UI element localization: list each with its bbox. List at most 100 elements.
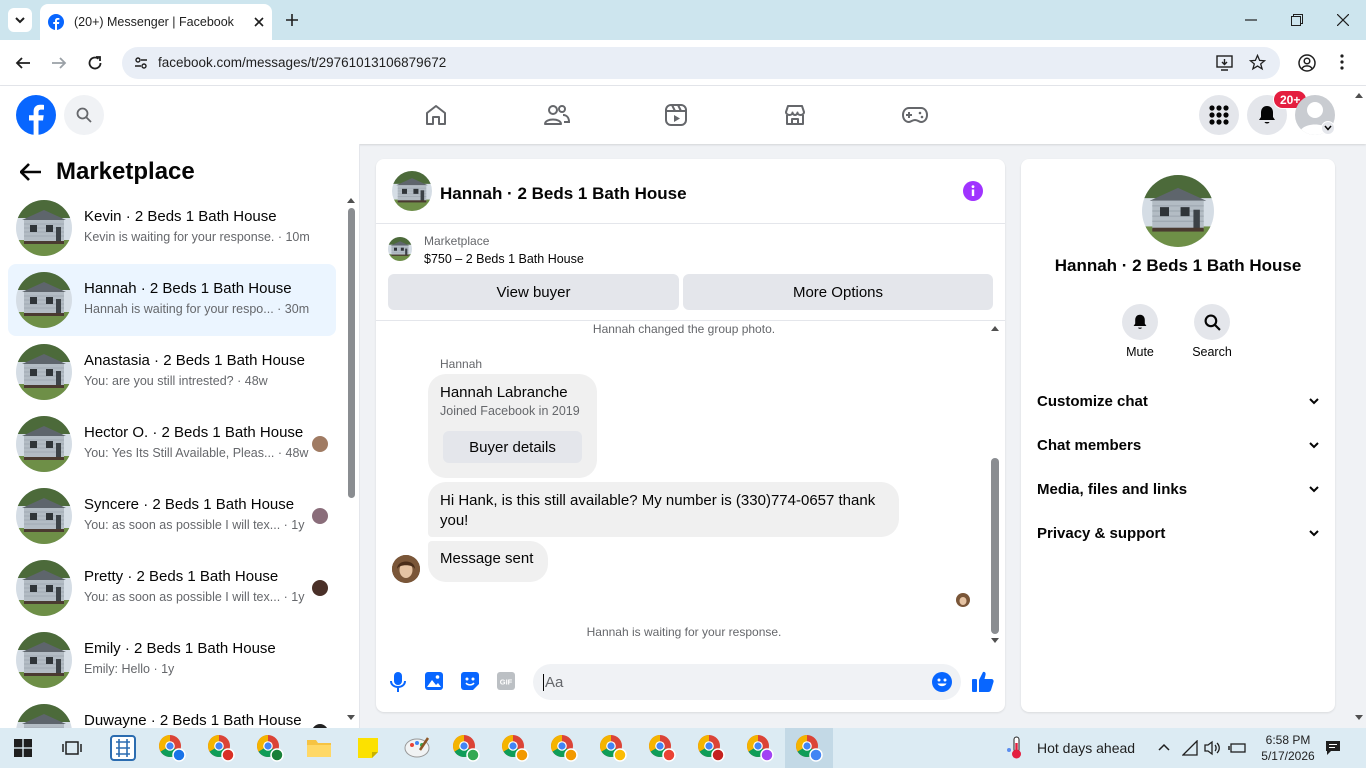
info-section-toggle[interactable]: Customize chat xyxy=(1037,379,1319,423)
windows-start-icon[interactable] xyxy=(14,739,32,757)
conversation-preview: Kevin is waiting for your response. · 10… xyxy=(84,230,310,244)
facebook-logo-icon[interactable] xyxy=(16,95,56,135)
buyer-details-button[interactable]: Buyer details xyxy=(443,431,582,463)
new-tab-icon[interactable] xyxy=(285,13,299,27)
battery-icon[interactable] xyxy=(1228,740,1246,756)
bookmark-star-icon[interactable] xyxy=(1249,54,1266,71)
search-conversation-button[interactable] xyxy=(1194,304,1230,340)
chrome-profile-icon[interactable] xyxy=(795,734,823,762)
site-info-icon[interactable] xyxy=(134,56,148,70)
gif-icon[interactable]: GIF xyxy=(497,672,515,690)
menu-button[interactable] xyxy=(1199,95,1239,135)
image-icon[interactable] xyxy=(425,672,443,690)
microphone-icon[interactable] xyxy=(390,672,406,692)
gaming-icon[interactable] xyxy=(902,104,928,126)
browser-tab[interactable]: (20+) Messenger | Facebook xyxy=(40,4,272,40)
conversation-item[interactable]: Duwayne · 2 Beds 1 Bath House xyxy=(8,696,336,728)
marketplace-icon[interactable] xyxy=(783,103,807,127)
scroll-up-icon[interactable] xyxy=(989,324,1001,332)
reload-icon[interactable] xyxy=(87,55,103,71)
install-app-icon[interactable] xyxy=(1216,55,1233,71)
scroll-down-icon[interactable] xyxy=(989,637,1001,645)
message-bubble[interactable]: Hi Hank, is this still available? My num… xyxy=(428,482,899,537)
file-explorer-icon[interactable] xyxy=(305,734,333,762)
chat-scroll-thumb[interactable] xyxy=(991,458,999,634)
wifi-icon[interactable] xyxy=(1182,740,1198,756)
chat-scrollbar[interactable] xyxy=(989,324,1001,649)
chrome-profile-icon[interactable] xyxy=(501,734,529,762)
chat-avatar[interactable] xyxy=(392,171,432,211)
chrome-profile-icon[interactable] xyxy=(599,734,627,762)
back-icon[interactable] xyxy=(15,55,31,71)
close-window-icon[interactable] xyxy=(1337,14,1349,26)
conversation-item[interactable]: Emily · 2 Beds 1 Bath House Emily: Hello … xyxy=(8,624,336,696)
message-bubble[interactable]: Message sent xyxy=(428,541,548,582)
search-label: Search xyxy=(1192,345,1232,359)
page-scroll-down-icon[interactable] xyxy=(1354,714,1364,722)
conversation-item[interactable]: Anastasia · 2 Beds 1 Bath House You: are … xyxy=(8,336,336,408)
scroll-up-icon[interactable] xyxy=(346,196,356,204)
conversation-item[interactable]: Kevin · 2 Beds 1 Bath House Kevin is wait… xyxy=(8,192,336,264)
account-menu-toggle[interactable] xyxy=(1321,121,1335,135)
chrome-profile-icon[interactable] xyxy=(158,734,186,762)
listing-detail[interactable]: $750 – 2 Beds 1 Bath House xyxy=(424,252,584,266)
sticker-icon[interactable] xyxy=(461,672,479,690)
chrome-profile-icon[interactable] xyxy=(256,734,284,762)
emoji-icon[interactable] xyxy=(932,672,952,692)
notification-center-icon[interactable] xyxy=(1325,740,1341,756)
sidebar-scrollbar[interactable] xyxy=(346,196,356,724)
chrome-profile-icon[interactable] xyxy=(648,734,676,762)
paint-app-icon[interactable] xyxy=(403,734,431,762)
conversation-item[interactable]: Pretty · 2 Beds 1 Bath House You: as soon… xyxy=(8,552,336,624)
chrome-profile-icon[interactable] xyxy=(207,734,235,762)
chrome-profile-icon[interactable] xyxy=(452,734,480,762)
weather-text[interactable]: Hot days ahead xyxy=(1037,740,1135,756)
omnibox[interactable]: facebook.com/messages/t/2976101310687967… xyxy=(122,47,1280,79)
chat-title[interactable]: Hannah · 2 Beds 1 Bath House xyxy=(440,184,687,204)
view-buyer-button[interactable]: View buyer xyxy=(388,274,679,310)
forward-icon[interactable] xyxy=(51,55,67,71)
listing-thumbnail[interactable] xyxy=(388,237,412,261)
chevron-up-icon[interactable] xyxy=(1158,743,1170,751)
profile-icon[interactable] xyxy=(1298,54,1316,72)
friends-icon[interactable] xyxy=(544,103,570,127)
conversation-avatar xyxy=(16,272,72,328)
info-section-toggle[interactable]: Chat members xyxy=(1037,423,1319,467)
menu-kebab-icon[interactable] xyxy=(1340,54,1344,70)
more-options-button[interactable]: More Options xyxy=(683,274,993,310)
restore-icon[interactable] xyxy=(1291,14,1303,26)
thumbs-up-icon[interactable] xyxy=(972,670,994,692)
sidebar-scroll-thumb[interactable] xyxy=(347,208,355,498)
page-scroll-up-icon[interactable] xyxy=(1354,91,1364,99)
mute-button[interactable] xyxy=(1122,304,1158,340)
clock[interactable]: 6:58 PM 5/17/2026 xyxy=(1250,732,1326,764)
chrome-profile-icon[interactable] xyxy=(697,734,725,762)
scroll-down-icon[interactable] xyxy=(346,714,356,722)
task-view-icon[interactable] xyxy=(62,739,82,757)
conversation-item[interactable]: Hector O. · 2 Beds 1 Bath House You: Yes … xyxy=(8,408,336,480)
chat-info-panel: Hannah · 2 Beds 1 Bath House Mute Search… xyxy=(1021,159,1335,712)
conversation-item[interactable]: Syncere · 2 Beds 1 Bath House You: as soo… xyxy=(8,480,336,552)
chrome-logo xyxy=(257,735,284,762)
chrome-profile-icon[interactable] xyxy=(550,734,578,762)
search-button[interactable] xyxy=(64,95,104,135)
store-app-icon[interactable] xyxy=(109,734,137,762)
back-arrow-icon[interactable] xyxy=(20,163,42,181)
minimize-icon[interactable] xyxy=(1245,19,1257,21)
video-icon[interactable] xyxy=(664,103,688,127)
chrome-profile-icon[interactable] xyxy=(746,734,774,762)
close-tab-icon[interactable] xyxy=(254,17,264,27)
info-icon[interactable] xyxy=(963,181,983,201)
profile-photo[interactable] xyxy=(1142,175,1214,247)
info-section-toggle[interactable]: Privacy & support xyxy=(1037,511,1319,555)
tab-search-button[interactable] xyxy=(8,8,32,32)
home-icon[interactable] xyxy=(424,103,448,127)
message-input[interactable]: Aa xyxy=(533,664,961,700)
conversation-item[interactable]: Hannah · 2 Beds 1 Bath House Hannah is wa… xyxy=(8,264,336,336)
conversation-name: Anastasia · 2 Beds 1 Bath House xyxy=(84,352,305,369)
facebook-header: 20+ xyxy=(0,86,1366,144)
volume-icon[interactable] xyxy=(1204,740,1221,756)
sticky-notes-icon[interactable] xyxy=(354,734,382,762)
info-section-toggle[interactable]: Media, files and links xyxy=(1037,467,1319,511)
sender-avatar[interactable] xyxy=(392,555,420,583)
